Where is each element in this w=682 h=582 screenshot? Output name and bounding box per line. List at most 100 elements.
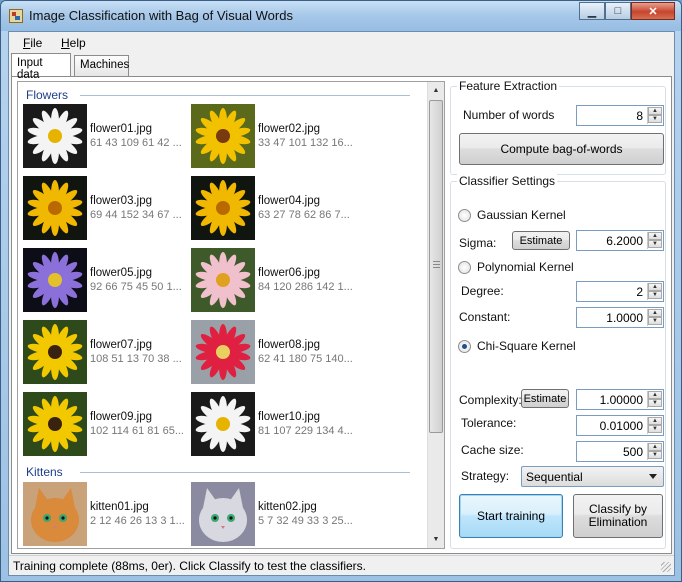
group-divider <box>80 95 410 96</box>
spin-up-icon[interactable]: ▲ <box>648 391 662 399</box>
strategy-value[interactable]: Sequential <box>526 470 583 484</box>
strategy-label: Strategy: <box>461 469 510 483</box>
spin-down-icon[interactable]: ▼ <box>648 291 662 299</box>
number-of-words-stepper[interactable]: 8 ▲ ▼ <box>576 105 664 126</box>
polynomial-kernel-radio[interactable] <box>458 261 471 274</box>
spin-buttons: ▲ ▼ <box>647 232 662 249</box>
minimize-button[interactable]: ▁ <box>579 2 605 20</box>
spin-up-icon[interactable]: ▲ <box>648 309 662 317</box>
list-item[interactable]: kitten02.jpg 5 7 32 49 33 3 25... <box>191 482 359 546</box>
cache-size-value[interactable]: 500 <box>623 445 643 459</box>
spin-down-icon[interactable]: ▼ <box>648 317 662 325</box>
item-feature-vector: 63 27 78 62 86 7... <box>258 209 350 221</box>
close-button[interactable]: ✕ <box>631 2 675 20</box>
menu-help[interactable]: Help <box>61 36 86 50</box>
list-item[interactable]: flower02.jpg 33 47 101 132 16... <box>191 104 359 168</box>
item-feature-vector: 2 12 46 26 13 3 1... <box>90 515 185 527</box>
tolerance-label: Tolerance: <box>461 416 517 430</box>
complexity-value[interactable]: 1.00000 <box>600 393 643 407</box>
menu-help-mnemonic: H <box>61 36 70 50</box>
grip-line <box>433 264 440 265</box>
scroll-down-arrow-icon[interactable]: ▼ <box>428 531 444 548</box>
pink-daisy-thumbnail-icon <box>191 248 255 312</box>
start-training-button[interactable]: Start training <box>459 494 563 538</box>
grip-line <box>433 267 440 268</box>
chi-square-kernel-label[interactable]: Chi-Square Kernel <box>477 339 576 353</box>
gaussian-kernel-radio[interactable] <box>458 209 471 222</box>
spin-buttons: ▲ ▼ <box>647 283 662 300</box>
tolerance-stepper[interactable]: 0.01000 ▲ ▼ <box>576 415 664 436</box>
tab-machines[interactable]: Machines <box>74 55 129 76</box>
scroll-thumb[interactable] <box>429 100 443 433</box>
resize-grip-icon[interactable] <box>661 562 671 572</box>
estimate-complexity-button[interactable]: Estimate <box>521 389 569 408</box>
compute-bag-of-words-button[interactable]: Compute bag-of-words <box>459 133 664 165</box>
app-icon[interactable] <box>9 9 23 23</box>
group-header-kittens[interactable]: Kittens <box>26 465 63 479</box>
list-item[interactable]: flower09.jpg 102 114 61 81 65... <box>23 392 191 456</box>
polynomial-kernel-label[interactable]: Polynomial Kernel <box>477 260 574 274</box>
list-item[interactable]: flower03.jpg 69 44 152 34 67 ... <box>23 176 191 240</box>
spin-up-icon[interactable]: ▲ <box>648 283 662 291</box>
strategy-dropdown[interactable]: Sequential <box>521 466 664 487</box>
tab-page-input-data: Flowers flower01.jpg 61 43 109 61 42 ... f… <box>11 76 672 554</box>
number-of-words-value[interactable]: 8 <box>636 109 643 123</box>
list-item[interactable]: flower06.jpg 84 120 286 142 1... <box>191 248 359 312</box>
item-feature-vector: 81 107 229 134 4... <box>258 425 353 437</box>
chevron-down-icon[interactable] <box>649 474 657 479</box>
title-bar[interactable]: Image Classification with Bag of Visual … <box>1 1 681 31</box>
spin-down-icon[interactable]: ▼ <box>648 451 662 459</box>
spin-up-icon[interactable]: ▲ <box>648 107 662 115</box>
spin-down-icon[interactable]: ▼ <box>648 240 662 248</box>
feature-extraction-group: Feature Extraction Number of words 8 ▲ ▼ … <box>450 79 666 175</box>
list-item[interactable]: flower04.jpg 63 27 78 62 86 7... <box>191 176 359 240</box>
spin-down-icon[interactable]: ▼ <box>648 399 662 407</box>
chi-square-kernel-radio[interactable] <box>458 340 471 353</box>
list-item[interactable]: flower10.jpg 81 107 229 134 4... <box>191 392 359 456</box>
list-item[interactable]: flower05.jpg 92 66 75 45 50 1... <box>23 248 191 312</box>
group-header-flowers[interactable]: Flowers <box>26 88 68 102</box>
vertical-scrollbar[interactable]: ▲ ▼ <box>427 82 444 548</box>
classify-by-elimination-button[interactable]: Classify by Elimination <box>573 494 663 538</box>
list-item[interactable]: kitten01.jpg 2 12 46 26 13 3 1... <box>23 482 191 546</box>
image-list[interactable]: Flowers flower01.jpg 61 43 109 61 42 ... f… <box>17 81 445 549</box>
tab-input-data[interactable]: Input data <box>11 53 71 81</box>
constant-value[interactable]: 1.0000 <box>606 311 643 325</box>
cache-size-label: Cache size: <box>461 443 524 457</box>
spin-up-icon[interactable]: ▲ <box>648 232 662 240</box>
complexity-stepper[interactable]: 1.00000 ▲ ▼ <box>576 389 664 410</box>
item-feature-vector: 69 44 152 34 67 ... <box>90 209 182 221</box>
list-item[interactable]: flower08.jpg 62 41 180 75 140... <box>191 320 359 384</box>
constant-label: Constant: <box>459 310 511 324</box>
item-feature-vector: 92 66 75 45 50 1... <box>90 281 182 293</box>
maximize-button[interactable]: □ <box>605 2 631 20</box>
list-item[interactable]: flower07.jpg 108 51 13 70 38 ... <box>23 320 191 384</box>
spin-up-icon[interactable]: ▲ <box>648 443 662 451</box>
sigma-value[interactable]: 6.2000 <box>606 234 643 248</box>
red-gerbera-thumbnail-icon <box>191 320 255 384</box>
item-filename: flower04.jpg <box>258 195 321 207</box>
spin-down-icon[interactable]: ▼ <box>648 425 662 433</box>
constant-stepper[interactable]: 1.0000 ▲ ▼ <box>576 307 664 328</box>
client-area: File Help Input data Machines Flowers fl… <box>8 31 675 576</box>
gaussian-kernel-label[interactable]: Gaussian Kernel <box>477 208 566 222</box>
degree-label: Degree: <box>461 284 504 298</box>
degree-stepper[interactable]: 2 ▲ ▼ <box>576 281 664 302</box>
item-filename: kitten02.jpg <box>258 501 317 513</box>
item-feature-vector: 108 51 13 70 38 ... <box>90 353 182 365</box>
group-divider <box>80 472 410 473</box>
spin-down-icon[interactable]: ▼ <box>648 115 662 123</box>
caption-buttons: ▁ □ ✕ <box>579 2 675 20</box>
scroll-up-arrow-icon[interactable]: ▲ <box>428 82 444 99</box>
cache-size-stepper[interactable]: 500 ▲ ▼ <box>576 441 664 462</box>
estimate-sigma-button[interactable]: Estimate <box>512 231 570 250</box>
window-title: Image Classification with Bag of Visual … <box>29 8 293 23</box>
sigma-label: Sigma: <box>459 236 497 250</box>
tolerance-value[interactable]: 0.01000 <box>600 419 643 433</box>
list-item[interactable]: flower01.jpg 61 43 109 61 42 ... <box>23 104 191 168</box>
item-feature-vector: 61 43 109 61 42 ... <box>90 137 182 149</box>
degree-value[interactable]: 2 <box>636 285 643 299</box>
spin-up-icon[interactable]: ▲ <box>648 417 662 425</box>
menu-file[interactable]: File <box>23 36 42 50</box>
sigma-stepper[interactable]: 6.2000 ▲ ▼ <box>576 230 664 251</box>
